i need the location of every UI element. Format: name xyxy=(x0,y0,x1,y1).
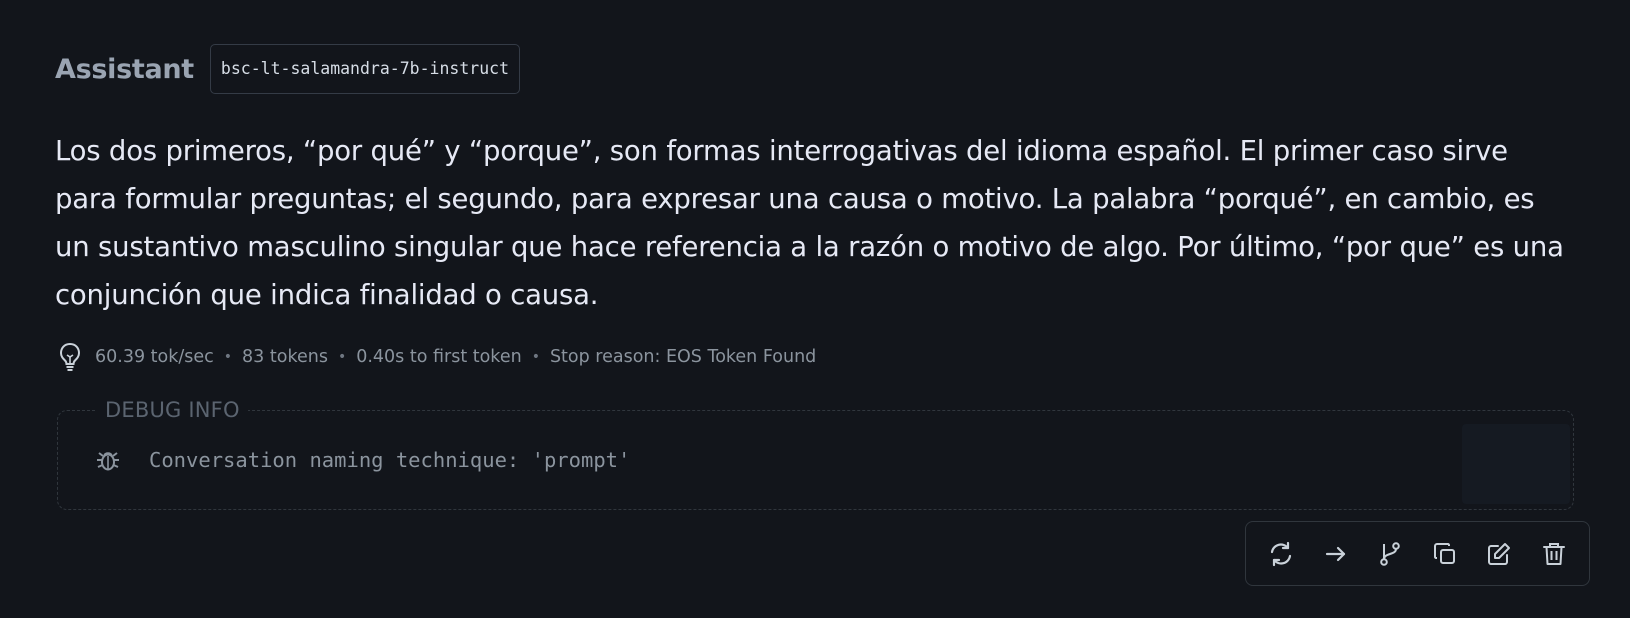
branch-icon xyxy=(1380,541,1401,566)
regenerate-button[interactable] xyxy=(1259,532,1303,576)
stat-separator: • xyxy=(337,349,347,365)
stat-speed: 60.39 tok/sec xyxy=(95,347,214,367)
role-label: Assistant xyxy=(55,53,194,85)
model-badge[interactable]: bsc-lt-salamandra-7b-instruct xyxy=(209,44,521,94)
regenerate-icon xyxy=(1271,541,1292,566)
lightbulb-icon[interactable] xyxy=(55,340,85,374)
edit-button[interactable] xyxy=(1477,532,1521,576)
debug-info-text: Conversation naming technique: 'prompt' xyxy=(149,448,631,472)
debug-info-line: Conversation naming technique: 'prompt' xyxy=(95,447,630,473)
stat-separator: • xyxy=(223,349,233,365)
stat-separator: • xyxy=(531,349,540,365)
debug-info-title: DEBUG INFO xyxy=(97,398,248,422)
stat-first-token: 0.40s to first token xyxy=(356,347,522,367)
continue-button[interactable] xyxy=(1314,532,1358,576)
copy-icon xyxy=(1433,542,1455,564)
delete-button[interactable] xyxy=(1532,532,1576,576)
branch-button[interactable] xyxy=(1368,532,1412,576)
bug-icon xyxy=(95,447,121,473)
message-text: Los dos primeros, “por qué” y “porque”, … xyxy=(55,135,1564,311)
continue-icon xyxy=(1325,546,1345,561)
stat-tokens: 83 tokens xyxy=(242,347,328,367)
message-header: Assistant bsc-lt-salamandra-7b-instruct xyxy=(55,44,521,94)
message-actions-toolbar xyxy=(1245,521,1590,586)
stat-stop-reason: Stop reason: EOS Token Found xyxy=(549,347,817,367)
copy-button[interactable] xyxy=(1423,532,1467,576)
debug-info-shade xyxy=(1462,424,1570,504)
edit-icon xyxy=(1488,542,1511,565)
generation-stats: 60.39 tok/sec • 83 tokens • 0.40s to fir… xyxy=(55,340,816,374)
delete-icon xyxy=(1542,542,1565,565)
assistant-message-panel: Assistant bsc-lt-salamandra-7b-instruct … xyxy=(0,0,1630,618)
